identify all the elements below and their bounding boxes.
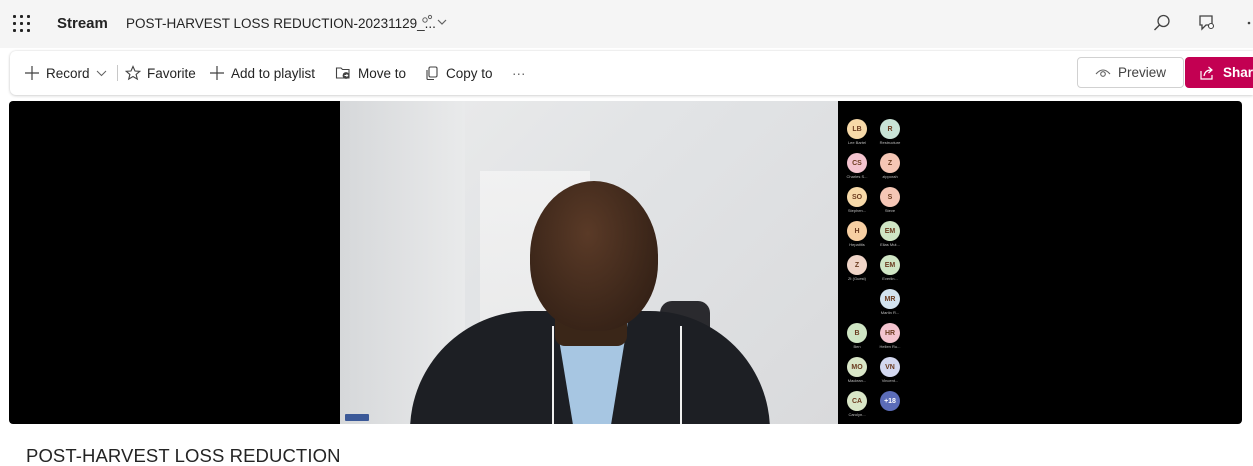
participant-name: Steve: [884, 208, 896, 213]
participant-avatar: SO: [847, 187, 867, 207]
move-to-button[interactable]: Move to: [335, 63, 406, 83]
favorite-label: Favorite: [147, 65, 196, 81]
add-to-playlist-label: Add to playlist: [231, 65, 316, 81]
share-button[interactable]: Share: [1185, 57, 1253, 88]
participant-tile: MR Martin R...: [875, 289, 905, 315]
participant-avatar: CS: [847, 153, 867, 173]
participant-avatar: Z: [847, 255, 867, 275]
participant-tile: CA Carolyn...: [842, 391, 872, 417]
participant-name: Restructure: [879, 140, 901, 145]
participant-name: Zt (Guest): [847, 276, 866, 281]
participant-tile: LB Lee Bartel: [842, 119, 872, 145]
copy-to-button[interactable]: Copy to: [424, 63, 493, 83]
people-icon: [422, 14, 433, 23]
participant-tile: R Restructure: [875, 119, 905, 145]
star-icon: [125, 65, 141, 81]
participant-tile: VN Vincent...: [875, 357, 905, 383]
speaker-video: [340, 101, 838, 424]
participant-name: Carolyn...: [848, 412, 866, 417]
participant-avatar: EM: [880, 221, 900, 241]
participant-avatar: H: [847, 221, 867, 241]
chevron-down-icon: [96, 70, 106, 77]
more-commands-button[interactable]: ···: [512, 63, 526, 83]
video-title: POST-HARVEST LOSS REDUCTION: [26, 445, 341, 466]
participant-avatar: Z: [880, 153, 900, 173]
video-player[interactable]: LB Lee Bartel R Restructure CS Charles S... Zz…: [9, 101, 1242, 424]
record-button[interactable]: Record: [24, 63, 118, 83]
participant-tile: HR Hellen Ru...: [875, 323, 905, 349]
participant-name: Stephen...: [847, 208, 867, 213]
participant-avatar: MR: [880, 289, 900, 309]
participant-tile: B Ben: [842, 323, 872, 349]
participant-name: zipporah: [882, 174, 898, 179]
participant-name: Elias Mut...: [880, 242, 900, 247]
participant-avatar: VN: [880, 357, 900, 377]
participant-name: Charles S...: [846, 174, 868, 179]
plus-icon: [210, 66, 224, 80]
participant-avatar: HR: [880, 323, 900, 343]
participant-tile: Z Zt (Guest): [842, 255, 872, 281]
participant-name: Lee Bartel: [847, 140, 867, 145]
participant-name: Martin R...: [880, 310, 900, 315]
participant-tile: EM Everlin...: [875, 255, 905, 281]
participant-name: Maclean...: [847, 378, 867, 383]
participant-tile: EM Elias Mut...: [875, 221, 905, 247]
favorite-button[interactable]: Favorite: [125, 63, 196, 83]
share-icon: [1200, 66, 1213, 80]
more-options-icon[interactable]: [1240, 12, 1253, 34]
share-label: Share: [1223, 65, 1253, 80]
participant-tile: CS Charles S...: [842, 153, 872, 179]
participant-tile: H Hepatitis: [842, 221, 872, 247]
chevron-down-icon: [437, 19, 447, 25]
copy-to-label: Copy to: [446, 65, 493, 81]
participant-avatar: EM: [880, 255, 900, 275]
participant-tile: +18: [875, 391, 905, 412]
record-label: Record: [46, 65, 90, 81]
participant-tile: MO Maclean...: [842, 357, 872, 383]
sensitivity-dropdown[interactable]: [420, 14, 447, 29]
participant-avatar: MO: [847, 357, 867, 377]
app-launcher-icon[interactable]: [12, 14, 32, 34]
copy-icon: [426, 66, 438, 81]
participant-avatar: CA: [847, 391, 867, 411]
top-bar: Stream POST-HARVEST LOSS REDUCTION-20231…: [0, 0, 1253, 48]
participant-name: Vincent...: [881, 378, 899, 383]
app-name[interactable]: Stream: [57, 15, 108, 32]
participant-tile: Zzipporah: [875, 153, 905, 179]
participant-avatar: LB: [847, 119, 867, 139]
preview-button[interactable]: Preview: [1077, 57, 1184, 88]
eye-icon: [1095, 68, 1111, 77]
speaker-name-tag: [345, 414, 369, 421]
participant-avatar: R: [880, 119, 900, 139]
participant-avatar: B: [847, 323, 867, 343]
document-title[interactable]: POST-HARVEST LOSS REDUCTION-20231129_...: [126, 16, 436, 31]
speaker-head: [530, 181, 658, 331]
participant-tile: SO Stephen...: [842, 187, 872, 213]
add-to-playlist-button[interactable]: Add to playlist: [209, 63, 315, 83]
participant-name: Ben: [853, 344, 861, 349]
move-to-label: Move to: [358, 65, 407, 81]
participant-name: Hellen Ru...: [879, 344, 901, 349]
search-icon[interactable]: [1151, 12, 1173, 34]
plus-icon: [25, 66, 39, 80]
feedback-icon[interactable]: [1196, 12, 1218, 34]
participant-avatar: +18: [880, 391, 900, 411]
preview-label: Preview: [1117, 65, 1166, 80]
participant-name: Hepatitis: [849, 242, 865, 247]
more-label: ···: [512, 65, 526, 81]
divider: [116, 65, 118, 81]
participant-tile: S Steve: [875, 187, 905, 213]
participant-name: Everlin...: [882, 276, 898, 281]
command-bar: Record Favorite Add to playlist Move to …: [10, 51, 1253, 95]
participant-avatar: S: [880, 187, 900, 207]
folder-move-icon: [335, 67, 350, 79]
